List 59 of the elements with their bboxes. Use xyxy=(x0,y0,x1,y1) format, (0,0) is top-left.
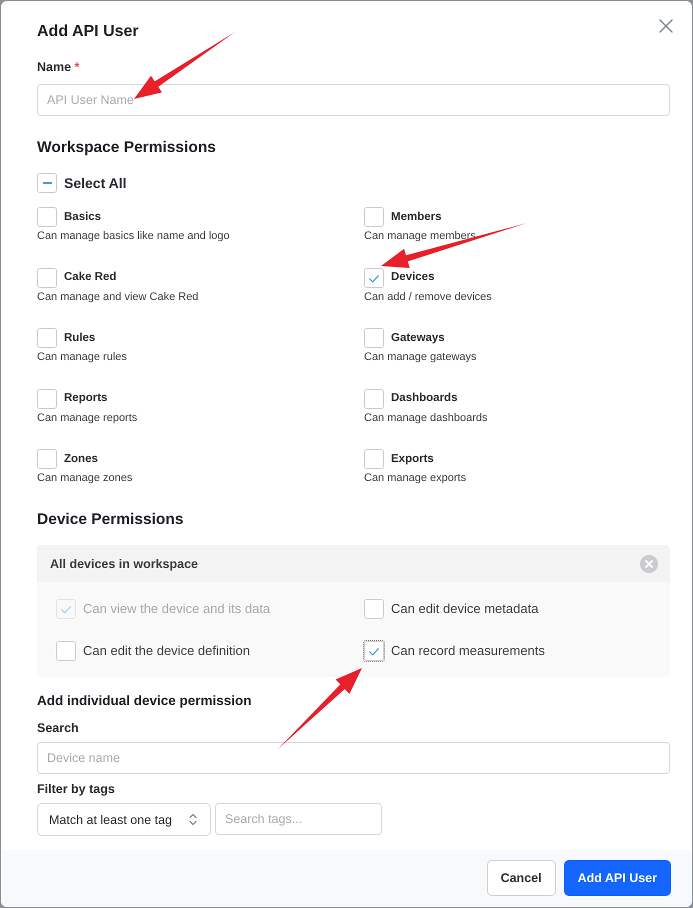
device-search-input[interactable]: Device name xyxy=(37,742,670,774)
permission-name: Exports xyxy=(391,452,434,466)
checkbox[interactable] xyxy=(37,328,57,348)
permission-name: Devices xyxy=(391,270,434,285)
checkmark-icon xyxy=(61,606,71,614)
checkbox[interactable] xyxy=(364,207,384,227)
permission-description: Can manage reports xyxy=(37,410,138,426)
permission-name: Zones xyxy=(64,452,98,466)
tag-match-select[interactable]: Match at least one tag xyxy=(37,803,211,836)
cancel-button[interactable]: Cancel xyxy=(486,860,556,896)
checkbox[interactable] xyxy=(364,388,384,408)
permission-name: Basics xyxy=(64,210,102,224)
permission-description: Can manage exports xyxy=(364,471,468,486)
dialog-title: Add API User xyxy=(37,22,139,42)
search-label: Search xyxy=(37,720,80,736)
add-api-user-button[interactable]: Add API User xyxy=(564,860,671,896)
checkmark-icon xyxy=(369,274,379,282)
minus-icon xyxy=(42,182,52,184)
name-label: Name * xyxy=(37,59,80,75)
checkbox[interactable] xyxy=(37,207,57,227)
permission-description: Can manage rules xyxy=(37,350,128,365)
permission-name: Reports xyxy=(64,391,108,406)
name-input[interactable]: API User Name xyxy=(37,84,670,116)
checkbox[interactable] xyxy=(37,173,57,193)
checkbox[interactable] xyxy=(364,328,384,348)
permission-label: Can view the device and its data xyxy=(83,601,270,617)
chevron-up-down-icon xyxy=(189,813,197,826)
subsection-heading: Add individual device permission xyxy=(37,692,253,710)
filter-label: Filter by tags xyxy=(37,781,116,797)
checkbox[interactable] xyxy=(37,268,57,288)
select-all-label: Select All xyxy=(64,174,127,192)
tag-search-input[interactable]: Search tags... xyxy=(215,803,382,835)
checkbox[interactable] xyxy=(364,599,384,619)
permission-description: Can manage and view Cake Red xyxy=(37,290,200,304)
permission-description: Can manage zones xyxy=(37,471,134,486)
permission-name: Rules xyxy=(64,330,96,346)
panel-title: All devices in workspace xyxy=(50,556,198,570)
permission-description: Can manage dashboards xyxy=(364,410,489,426)
checkbox[interactable] xyxy=(37,449,57,469)
permission-name: Members xyxy=(391,210,442,224)
checkmark-icon xyxy=(369,648,379,656)
section-heading: Workspace Permissions xyxy=(37,138,217,158)
permission-description: Can manage members xyxy=(364,229,477,244)
permission-label: Can record measurements xyxy=(391,643,545,659)
checkbox[interactable] xyxy=(56,641,76,661)
permission-label: Can edit the device definition xyxy=(83,643,250,659)
permission-description: Can manage gateways xyxy=(364,350,478,365)
permission-label: Can edit device metadata xyxy=(391,601,538,617)
checkbox[interactable] xyxy=(364,449,384,469)
permission-description: Can manage basics like name and logo xyxy=(37,229,231,244)
permission-name: Gateways xyxy=(391,330,445,346)
permission-name: Dashboards xyxy=(391,391,458,406)
permission-name: Cake Red xyxy=(64,270,116,285)
permission-description: Can add / remove devices xyxy=(364,290,493,304)
checkbox[interactable] xyxy=(364,268,384,288)
clear-icon[interactable] xyxy=(640,554,658,572)
checkbox[interactable] xyxy=(37,388,57,408)
close-icon[interactable] xyxy=(659,19,673,33)
section-heading: Device Permissions xyxy=(37,510,184,530)
